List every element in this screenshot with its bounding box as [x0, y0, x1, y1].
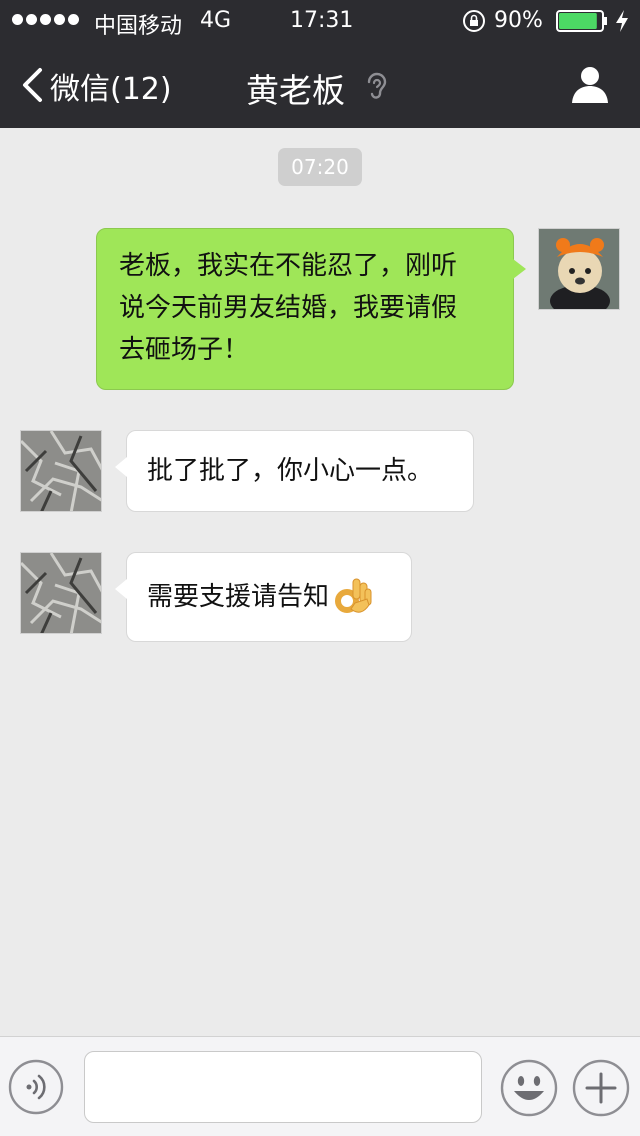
- boss-avatar-image: [21, 431, 101, 511]
- message-timestamp: 07:20: [278, 148, 362, 186]
- back-button-label[interactable]: 微信(12): [50, 64, 172, 108]
- received-message-bubble[interactable]: 需要支援请告知: [115, 552, 412, 642]
- ear-icon[interactable]: [364, 70, 390, 102]
- message-line: 老板，我实在不能忍了，刚听: [119, 251, 458, 281]
- message-text: 需要支援请告知: [147, 582, 330, 612]
- input-bar: [0, 1036, 640, 1136]
- message-input[interactable]: [84, 1051, 482, 1123]
- message-text: 批了批了，你小心一点。: [147, 456, 434, 486]
- chat-header: 微信(12) 黄老板: [0, 42, 640, 128]
- dog-avatar-image: [539, 229, 619, 309]
- status-bar: 中国移动 4G 17:31 90%: [0, 0, 640, 42]
- top-bar: 中国移动 4G 17:31 90% 微信(12) 黄老板: [0, 0, 640, 128]
- message-line: 说今天前男友结婚，我要请假: [119, 293, 458, 323]
- back-chevron-icon[interactable]: [20, 67, 44, 103]
- chat-title: 黄老板: [246, 71, 345, 110]
- profile-icon[interactable]: [570, 64, 610, 104]
- plus-icon[interactable]: [572, 1059, 630, 1117]
- boss-avatar-image: [21, 553, 101, 633]
- battery-percent: 90%: [494, 8, 543, 33]
- carrier-label: 中国移动: [94, 14, 183, 39]
- received-message-bubble[interactable]: 批了批了，你小心一点。: [115, 430, 474, 512]
- voice-icon[interactable]: [8, 1059, 64, 1115]
- network-type: 4G: [200, 8, 232, 33]
- battery-icon: [556, 10, 607, 32]
- message-line: 去砸场子！: [119, 335, 250, 365]
- my-avatar[interactable]: [538, 228, 620, 310]
- charging-bolt-icon: [616, 10, 628, 32]
- sent-message-bubble[interactable]: 老板，我实在不能忍了，刚听 说今天前男友结婚，我要请假 去砸场子！: [96, 228, 526, 390]
- signal-strength-icon: [12, 14, 79, 25]
- ok-hand-icon: [335, 578, 372, 613]
- orientation-lock-icon: [463, 10, 485, 32]
- status-time: 17:31: [290, 8, 354, 33]
- boss-avatar[interactable]: [20, 430, 102, 512]
- boss-avatar[interactable]: [20, 552, 102, 634]
- emoji-icon[interactable]: [500, 1059, 558, 1117]
